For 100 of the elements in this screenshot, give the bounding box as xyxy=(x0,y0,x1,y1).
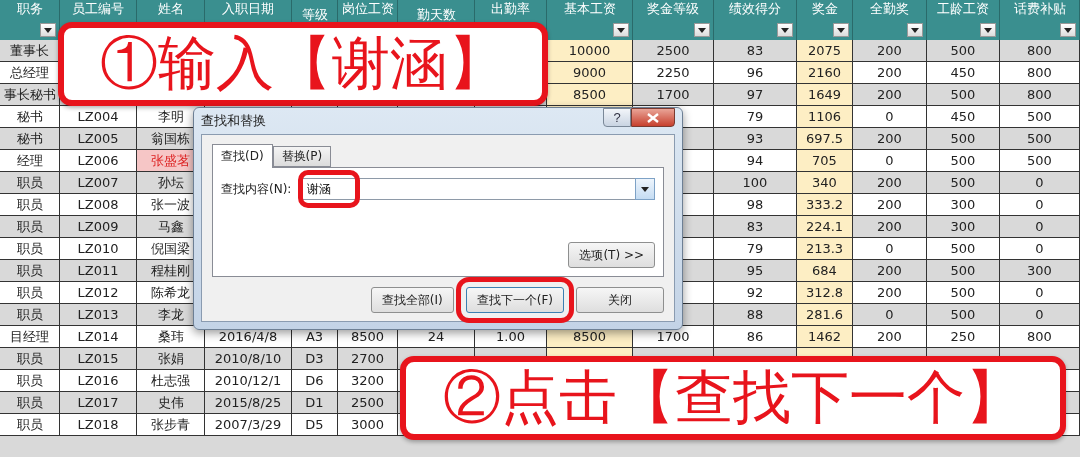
table-cell: 500 xyxy=(927,260,1000,282)
filter-button[interactable] xyxy=(907,23,923,37)
table-cell: 职员 xyxy=(0,282,60,304)
filter-button[interactable] xyxy=(40,23,56,37)
table-cell: LZ018 xyxy=(60,414,137,436)
column-header: 等级 xyxy=(301,8,328,22)
table-cell: 2500 xyxy=(633,40,714,62)
table-cell: LZ014 xyxy=(60,326,137,348)
dialog-tab[interactable]: 替换(P) xyxy=(272,146,332,167)
table-cell: LZ015 xyxy=(60,348,137,370)
find-field[interactable]: 谢涵 xyxy=(301,178,635,200)
filter-button[interactable] xyxy=(980,23,996,37)
table-cell: 300 xyxy=(927,216,1000,238)
column-header: 员工编号 xyxy=(72,2,124,16)
close-button[interactable] xyxy=(631,108,675,127)
column-header: 绩效得分 xyxy=(729,2,781,16)
table-cell: 职员 xyxy=(0,370,60,392)
table-cell: LZ012 xyxy=(60,282,137,304)
help-button[interactable]: ? xyxy=(603,108,631,127)
table-cell: 450 xyxy=(927,62,1000,84)
table-cell: 1649 xyxy=(797,84,853,106)
table-cell: 8500 xyxy=(547,84,633,106)
table-cell: 500 xyxy=(1000,150,1080,172)
table-cell: 职员 xyxy=(0,172,60,194)
table-cell: 97 xyxy=(714,84,797,106)
table-cell: 2007/3/29 xyxy=(205,414,292,436)
table-cell: 0 xyxy=(1000,194,1080,216)
dialog-button[interactable]: 关闭 xyxy=(576,287,664,313)
table-cell: 200 xyxy=(853,216,927,238)
table-cell: 职员 xyxy=(0,194,60,216)
table-cell: 10000 xyxy=(547,40,633,62)
find-label: 查找内容(N): xyxy=(221,180,292,198)
column-header: 奖金 xyxy=(811,2,838,16)
column-header: 奖金等级 xyxy=(647,2,699,16)
table-cell: 98 xyxy=(714,194,797,216)
table-cell: 2500 xyxy=(338,392,398,414)
dialog-tab[interactable]: 查找(D) xyxy=(212,144,273,168)
column-header: 岗位工资 xyxy=(341,2,394,16)
table-cell: 500 xyxy=(927,128,1000,150)
table-cell: 2010/12/1 xyxy=(205,370,292,392)
filter-button[interactable] xyxy=(833,23,849,37)
dropdown-arrow-icon xyxy=(44,27,52,33)
column-header: 出勤率 xyxy=(491,2,530,16)
dropdown-arrow-icon xyxy=(837,27,845,33)
table-cell: 281.6 xyxy=(797,304,853,326)
table-cell: 500 xyxy=(927,150,1000,172)
table-cell: 1106 xyxy=(797,106,853,128)
dropdown-arrow-icon xyxy=(641,186,649,192)
table-cell: 200 xyxy=(853,194,927,216)
column-header: 入职日期 xyxy=(222,2,274,16)
table-cell: 张步青 xyxy=(137,414,205,436)
table-cell: 200 xyxy=(853,282,927,304)
table-cell: 0 xyxy=(1000,282,1080,304)
table-cell: 职员 xyxy=(0,348,60,370)
filter-button[interactable] xyxy=(613,23,629,37)
table-cell: 秘书 xyxy=(0,128,60,150)
table-cell: 3000 xyxy=(338,414,398,436)
dropdown-arrow-icon xyxy=(1064,27,1072,33)
column-header: 职务 xyxy=(16,2,43,16)
table-cell: 2075 xyxy=(797,40,853,62)
dropdown-arrow-icon xyxy=(781,27,789,33)
table-cell: 88 xyxy=(714,304,797,326)
table-cell: LZ007 xyxy=(60,172,137,194)
dropdown-button[interactable] xyxy=(635,178,655,200)
table-cell: 2010/8/10 xyxy=(205,348,292,370)
filter-button[interactable] xyxy=(694,23,710,37)
table-cell: 684 xyxy=(797,260,853,282)
table-cell: 2015/8/25 xyxy=(205,392,292,414)
table-cell: 200 xyxy=(853,62,927,84)
table-cell: 83 xyxy=(714,216,797,238)
table-cell: 79 xyxy=(714,238,797,260)
table-cell: 213.3 xyxy=(797,238,853,260)
table-cell: 0 xyxy=(1000,238,1080,260)
dialog-button[interactable]: 查找全部(I) xyxy=(370,287,454,313)
table-cell: 333.2 xyxy=(797,194,853,216)
table-cell: 200 xyxy=(853,128,927,150)
dropdown-arrow-icon xyxy=(698,27,706,33)
table-cell: LZ006 xyxy=(60,150,137,172)
filter-button[interactable] xyxy=(1060,23,1076,37)
table-cell: 340 xyxy=(797,172,853,194)
table-cell: 224.1 xyxy=(797,216,853,238)
table-cell: LZ010 xyxy=(60,238,137,260)
table-cell: 92 xyxy=(714,282,797,304)
table-cell: 1700 xyxy=(633,84,714,106)
table-cell: 500 xyxy=(927,304,1000,326)
dropdown-arrow-icon xyxy=(617,27,625,33)
close-icon xyxy=(647,112,659,123)
table-cell: 200 xyxy=(853,172,927,194)
dropdown-arrow-icon xyxy=(911,27,919,33)
options-button[interactable]: 选项(T) >> xyxy=(568,242,655,268)
table-cell: 2700 xyxy=(338,348,398,370)
table-cell: 3200 xyxy=(338,370,398,392)
table-cell: 职员 xyxy=(0,216,60,238)
table-cell: 9000 xyxy=(547,62,633,84)
column-header: 勤天数 xyxy=(416,8,456,22)
column-header: 全勤奖 xyxy=(870,2,909,16)
table-cell: 94 xyxy=(714,150,797,172)
table-cell: 79 xyxy=(714,106,797,128)
table-cell: 500 xyxy=(927,84,1000,106)
filter-button[interactable] xyxy=(777,23,793,37)
